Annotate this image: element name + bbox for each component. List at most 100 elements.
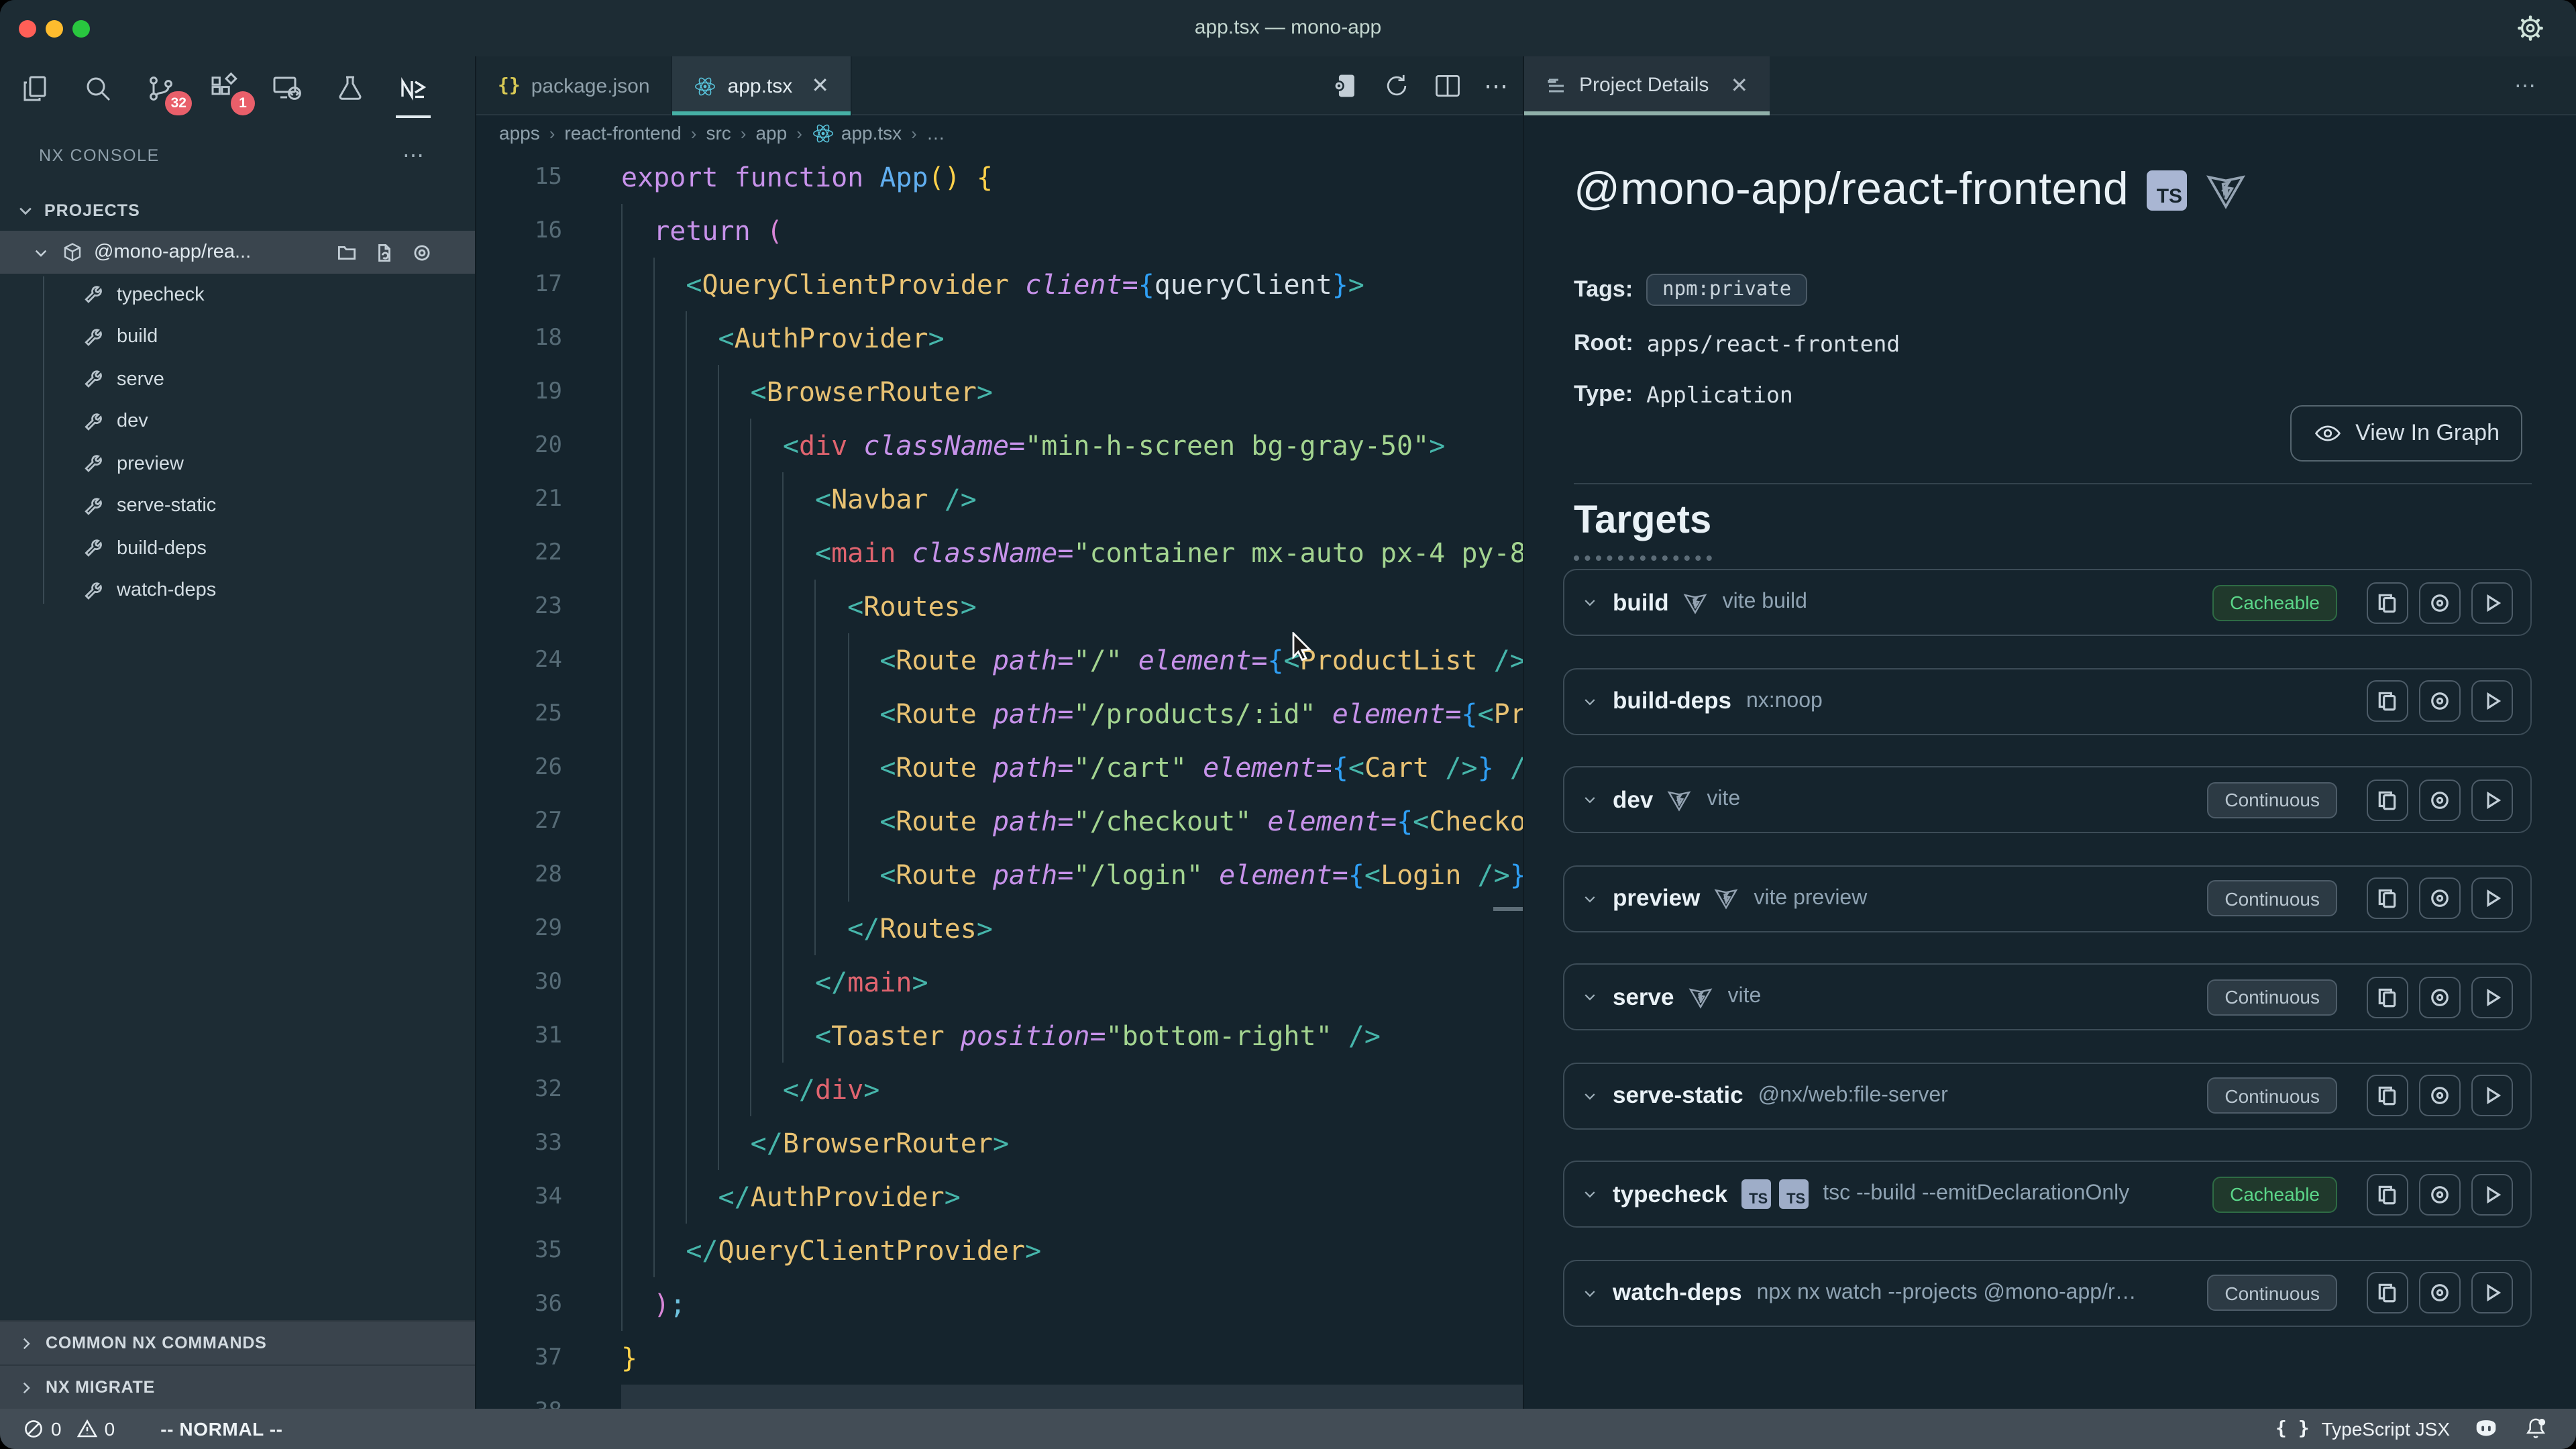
code-line[interactable]: 36 ); [476, 1277, 1523, 1331]
breadcrumb-item-reactfrontend[interactable]: react-frontend [564, 122, 681, 144]
chevron-down-icon[interactable] [1582, 594, 1598, 610]
target-icon[interactable] [412, 242, 432, 262]
chevron-down-icon[interactable] [1582, 1285, 1598, 1301]
code-line[interactable]: 30 </main> [476, 955, 1523, 1009]
tree-item-target-dev[interactable]: dev [0, 400, 475, 443]
target-card-serve-static[interactable]: serve-static@nx/web:file-serverContinuou… [1563, 1062, 2532, 1129]
tree-item-target-typecheck[interactable]: typecheck [0, 274, 475, 316]
copy-task-button[interactable] [2367, 1075, 2408, 1116]
activity-item-nx-console[interactable] [393, 68, 433, 109]
activity-item-testing[interactable] [330, 68, 370, 109]
copy-task-button[interactable] [2367, 1272, 2408, 1313]
copy-task-button[interactable] [2367, 976, 2408, 1018]
open-project-details-icon[interactable] [1331, 71, 1360, 101]
panel-more-actions[interactable]: ⋯ [2514, 72, 2538, 99]
more-icon[interactable]: ⋯ [1484, 72, 1509, 100]
tree-item-target-serve[interactable]: serve [0, 358, 475, 400]
run-target-button[interactable] [2471, 976, 2513, 1018]
view-target-button[interactable] [2419, 976, 2461, 1018]
view-target-button[interactable] [2419, 877, 2461, 919]
code-line[interactable]: 26 <Route path="/cart" element={<Cart />… [476, 741, 1523, 794]
copy-task-button[interactable] [2367, 582, 2408, 623]
split-editor-icon[interactable] [1433, 71, 1462, 101]
code-editor[interactable]: 15export function App() {16 return (17 <… [476, 150, 1523, 1409]
code-line[interactable]: 22 <main className="container mx-auto px… [476, 526, 1523, 580]
breadcrumb-item-app.tsx[interactable]: app.tsx [812, 121, 902, 144]
breadcrumb-item-src[interactable]: src [706, 122, 731, 144]
target-card-preview[interactable]: previewvite previewContinuous [1563, 865, 2532, 932]
code-line[interactable]: 24 <Route path="/" element={<ProductList… [476, 633, 1523, 687]
code-line[interactable]: 21 <Navbar /> [476, 472, 1523, 526]
target-card-serve[interactable]: serveviteContinuous [1563, 963, 2532, 1030]
activity-item-search[interactable] [78, 68, 118, 109]
code-line[interactable]: 32 </div> [476, 1063, 1523, 1116]
code-line[interactable]: 28 <Route path="/login" element={<Login … [476, 848, 1523, 902]
code-line[interactable]: 34 </AuthProvider> [476, 1170, 1523, 1224]
code-line[interactable]: 17 <QueryClientProvider client={queryCli… [476, 258, 1523, 311]
target-card-typecheck[interactable]: typecheckTSTStsc --build --emitDeclarati… [1563, 1161, 2532, 1228]
activity-item-source-control[interactable]: 32 [141, 68, 181, 109]
sidebar-more-actions[interactable]: ⋯ [402, 142, 427, 169]
vim-mode-indicator[interactable]: -- NORMAL -- [160, 1418, 282, 1440]
breadcrumb-item-app[interactable]: app [755, 122, 787, 144]
activity-item-extensions[interactable]: 1 [204, 68, 244, 109]
notifications-bell-icon[interactable] [2522, 1415, 2549, 1442]
code-line[interactable]: 27 <Route path="/checkout" element={<Che… [476, 794, 1523, 848]
close-icon[interactable]: ✕ [811, 72, 829, 99]
copy-task-button[interactable] [2367, 680, 2408, 722]
copy-task-button[interactable] [2367, 779, 2408, 820]
copy-task-button[interactable] [2367, 877, 2408, 919]
code-line[interactable]: 19 <BrowserRouter> [476, 365, 1523, 419]
tree-item-project[interactable]: @mono-app/rea... [0, 231, 475, 274]
run-target-button[interactable] [2471, 1075, 2513, 1116]
folder-icon[interactable] [337, 242, 357, 262]
target-card-watch-deps[interactable]: watch-depsnpx nx watch --projects @mono-… [1563, 1259, 2532, 1326]
chevron-down-icon[interactable] [1582, 792, 1598, 808]
tab-package.json[interactable]: {}package.json [476, 56, 673, 115]
code-line[interactable]: 37} [476, 1331, 1523, 1385]
run-target-button[interactable] [2471, 680, 2513, 722]
problems-indicator[interactable]: 0 0 [23, 1418, 115, 1440]
projects-section-header[interactable]: PROJECTS [0, 191, 475, 231]
chevron-down-icon[interactable] [1582, 989, 1598, 1005]
activity-item-remote-explorer[interactable] [267, 68, 307, 109]
breadcrumb-item-[interactable]: … [926, 122, 945, 144]
tree-item-target-watch-deps[interactable]: watch-deps [0, 570, 475, 612]
view-target-button[interactable] [2419, 779, 2461, 820]
settings-gear-icon[interactable] [2514, 12, 2546, 44]
view-target-button[interactable] [2419, 1173, 2461, 1215]
view-target-button[interactable] [2419, 1075, 2461, 1116]
tree-item-target-serve-static[interactable]: serve-static [0, 485, 475, 527]
run-target-button[interactable] [2471, 877, 2513, 919]
code-line[interactable]: 29 </Routes> [476, 902, 1523, 955]
chevron-down-icon[interactable] [1582, 693, 1598, 709]
code-line[interactable]: 31 <Toaster position="bottom-right" /> [476, 1009, 1523, 1063]
view-target-button[interactable] [2419, 680, 2461, 722]
code-line[interactable]: 33 </BrowserRouter> [476, 1116, 1523, 1170]
tree-item-target-build[interactable]: build [0, 316, 475, 358]
view-target-button[interactable] [2419, 1272, 2461, 1313]
copy-task-button[interactable] [2367, 1173, 2408, 1215]
file-refresh-icon[interactable] [374, 242, 394, 262]
section-common-nx-commands[interactable]: COMMON NX COMMANDS [0, 1320, 475, 1364]
code-line[interactable]: 20 <div className="min-h-screen bg-gray-… [476, 419, 1523, 472]
target-card-dev[interactable]: devviteContinuous [1563, 766, 2532, 833]
breadcrumb-item-apps[interactable]: apps [499, 122, 540, 144]
run-target-button[interactable] [2471, 582, 2513, 623]
section-nx-migrate[interactable]: NX MIGRATE [0, 1364, 475, 1409]
tab-project-details[interactable]: Project Details ✕ [1524, 56, 1770, 115]
run-target-button[interactable] [2471, 779, 2513, 820]
chevron-down-icon[interactable] [1582, 1087, 1598, 1104]
run-target-button[interactable] [2471, 1173, 2513, 1215]
code-line[interactable]: 38 [476, 1385, 1523, 1409]
target-card-build-deps[interactable]: build-depsnx:noop [1563, 667, 2532, 735]
view-in-graph-button[interactable]: View In Graph [2290, 405, 2522, 462]
tree-item-target-preview[interactable]: preview [0, 443, 475, 485]
copilot-icon[interactable] [2471, 1414, 2501, 1444]
chevron-down-icon[interactable] [1582, 890, 1598, 906]
code-line[interactable]: 35 </QueryClientProvider> [476, 1224, 1523, 1277]
tab-app.tsx[interactable]: app.tsx✕ [673, 56, 853, 115]
tree-item-target-build-deps[interactable]: build-deps [0, 527, 475, 570]
code-line[interactable]: 15export function App() { [476, 150, 1523, 204]
chevron-down-icon[interactable] [1582, 1186, 1598, 1202]
